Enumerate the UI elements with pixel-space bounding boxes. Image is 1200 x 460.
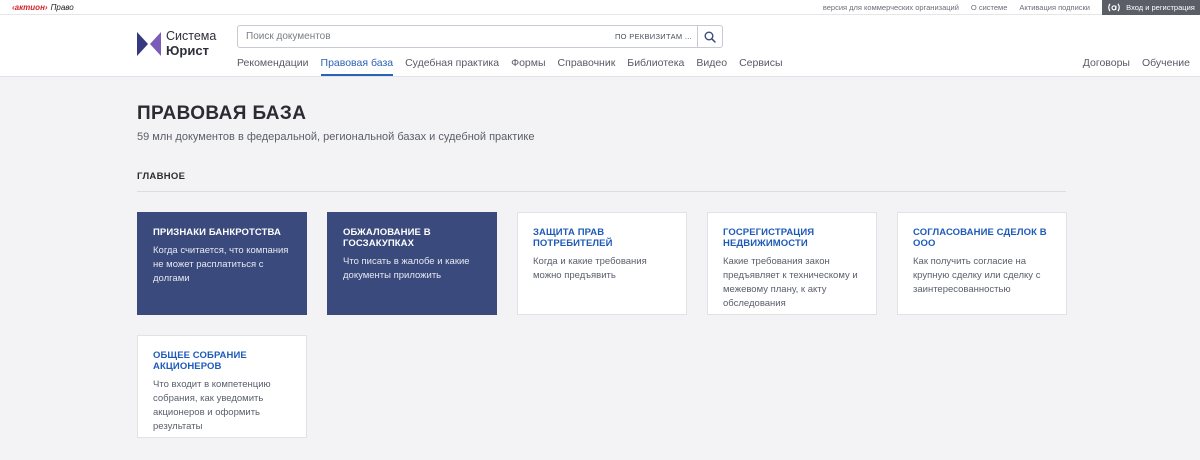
topic-card-description: Когда считается, что компания не может р… [153, 245, 289, 284]
nav-item-reference[interactable]: Справочник [558, 57, 616, 76]
topic-card-description: Что писать в жалобе и какие документы пр… [343, 256, 470, 281]
topic-card-title: ОБЩЕЕ СОБРАНИЕ АКЦИОНЕРОВ [153, 350, 247, 372]
search-icon [704, 31, 716, 43]
nav-item-forms[interactable]: Формы [511, 57, 545, 76]
top-links: версия для коммерческих организаций О си… [823, 0, 1090, 14]
topic-card-title: ПРИЗНАКИ БАНКРОТСТВА [153, 227, 281, 238]
topic-card-title: СОГЛАСОВАНИЕ СДЕЛОК В ООО [913, 227, 1047, 249]
topic-card-title: ГОСРЕГИСТРАЦИЯ НЕДВИЖИМОСТИ [723, 227, 815, 249]
logo-text-line1: Система [166, 29, 217, 43]
nav-item-services[interactable]: Сервисы [739, 57, 783, 76]
topic-card[interactable]: СОГЛАСОВАНИЕ СДЕЛОК В ООО Как получить со… [897, 212, 1067, 315]
topic-card-description: Как получить согласие на крупную сделку … [913, 256, 1041, 295]
system-jurist-logo[interactable]: Система Юрист [137, 29, 232, 59]
nav-item-court-practice[interactable]: Судебная практика [405, 57, 499, 76]
brand-link[interactable]: актион Право [12, 1, 74, 14]
search-box: ПО РЕКВИЗИТАМ ... [237, 25, 723, 48]
system-jurist-logo-icon [137, 32, 161, 56]
aktion-logo-icon: актион [12, 1, 48, 14]
search-button[interactable] [698, 26, 722, 47]
secondary-nav: Договоры Обучение [1083, 57, 1190, 76]
nav-item-recommendations[interactable]: Рекомендации [237, 57, 309, 76]
commercial-version-link[interactable]: версия для коммерческих организаций [823, 3, 959, 12]
topic-card-description: Что входит в компетенцию собрания, как у… [153, 379, 271, 432]
topic-card[interactable]: ЗАЩИТА ПРАВ ПОТРЕБИТЕЛЕЙ Когда и какие тр… [517, 212, 687, 315]
main-nav: Рекомендации Правовая база Судебная прак… [237, 57, 783, 76]
topic-card[interactable]: ПРИЗНАКИ БАНКРОТСТВА Когда считается, что… [137, 212, 307, 315]
nav-item-library[interactable]: Библиотека [627, 57, 684, 76]
topic-card-description: Когда и какие требования можно предъявит… [533, 256, 647, 281]
about-system-link[interactable]: О системе [971, 3, 1007, 12]
login-button[interactable]: Вход и регистрация [1102, 0, 1200, 15]
topic-card-description: Какие требования закон предъявляет к тех… [723, 256, 858, 309]
login-brand-icon [1108, 3, 1121, 12]
nav-item-contracts[interactable]: Договоры [1083, 57, 1130, 76]
nav-item-legal-base[interactable]: Правовая база [321, 57, 394, 76]
topic-card[interactable]: ГОСРЕГИСТРАЦИЯ НЕДВИЖИМОСТИ Какие требова… [707, 212, 877, 315]
logo-text-line2: Юрист [166, 43, 209, 58]
topic-card[interactable]: ОБЩЕЕ СОБРАНИЕ АКЦИОНЕРОВ Что входит в ко… [137, 335, 307, 438]
section-divider [137, 191, 1066, 192]
topic-card[interactable]: ОБЖАЛОВАНИЕ В ГОСЗАКУПКАХ Что писать в жа… [327, 212, 497, 315]
search-input[interactable] [238, 26, 598, 47]
topic-card-title: ЗАЩИТА ПРАВ ПОТРЕБИТЕЛЕЙ [533, 227, 613, 249]
page-title: ПРАВОВАЯ БАЗА [137, 103, 307, 124]
subscription-activation-link[interactable]: Активация подписки [1019, 3, 1090, 12]
section-label: ГЛАВНОЕ [137, 171, 186, 182]
topic-card-title: ОБЖАЛОВАНИЕ В ГОСЗАКУПКАХ [343, 227, 431, 249]
topic-cards-grid: ПРИЗНАКИ БАНКРОТСТВА Когда считается, что… [137, 212, 1067, 438]
page-subtitle: 59 млн документов в федеральной, региона… [137, 131, 535, 143]
nav-item-training[interactable]: Обучение [1142, 57, 1190, 76]
brand-product-name: Право [50, 3, 74, 12]
nav-item-video[interactable]: Видео [696, 57, 727, 76]
login-label: Вход и регистрация [1126, 3, 1195, 12]
search-by-details-link[interactable]: ПО РЕКВИЗИТАМ ... [615, 26, 692, 47]
top-strip: актион Право версия для коммерческих орг… [0, 0, 1200, 15]
